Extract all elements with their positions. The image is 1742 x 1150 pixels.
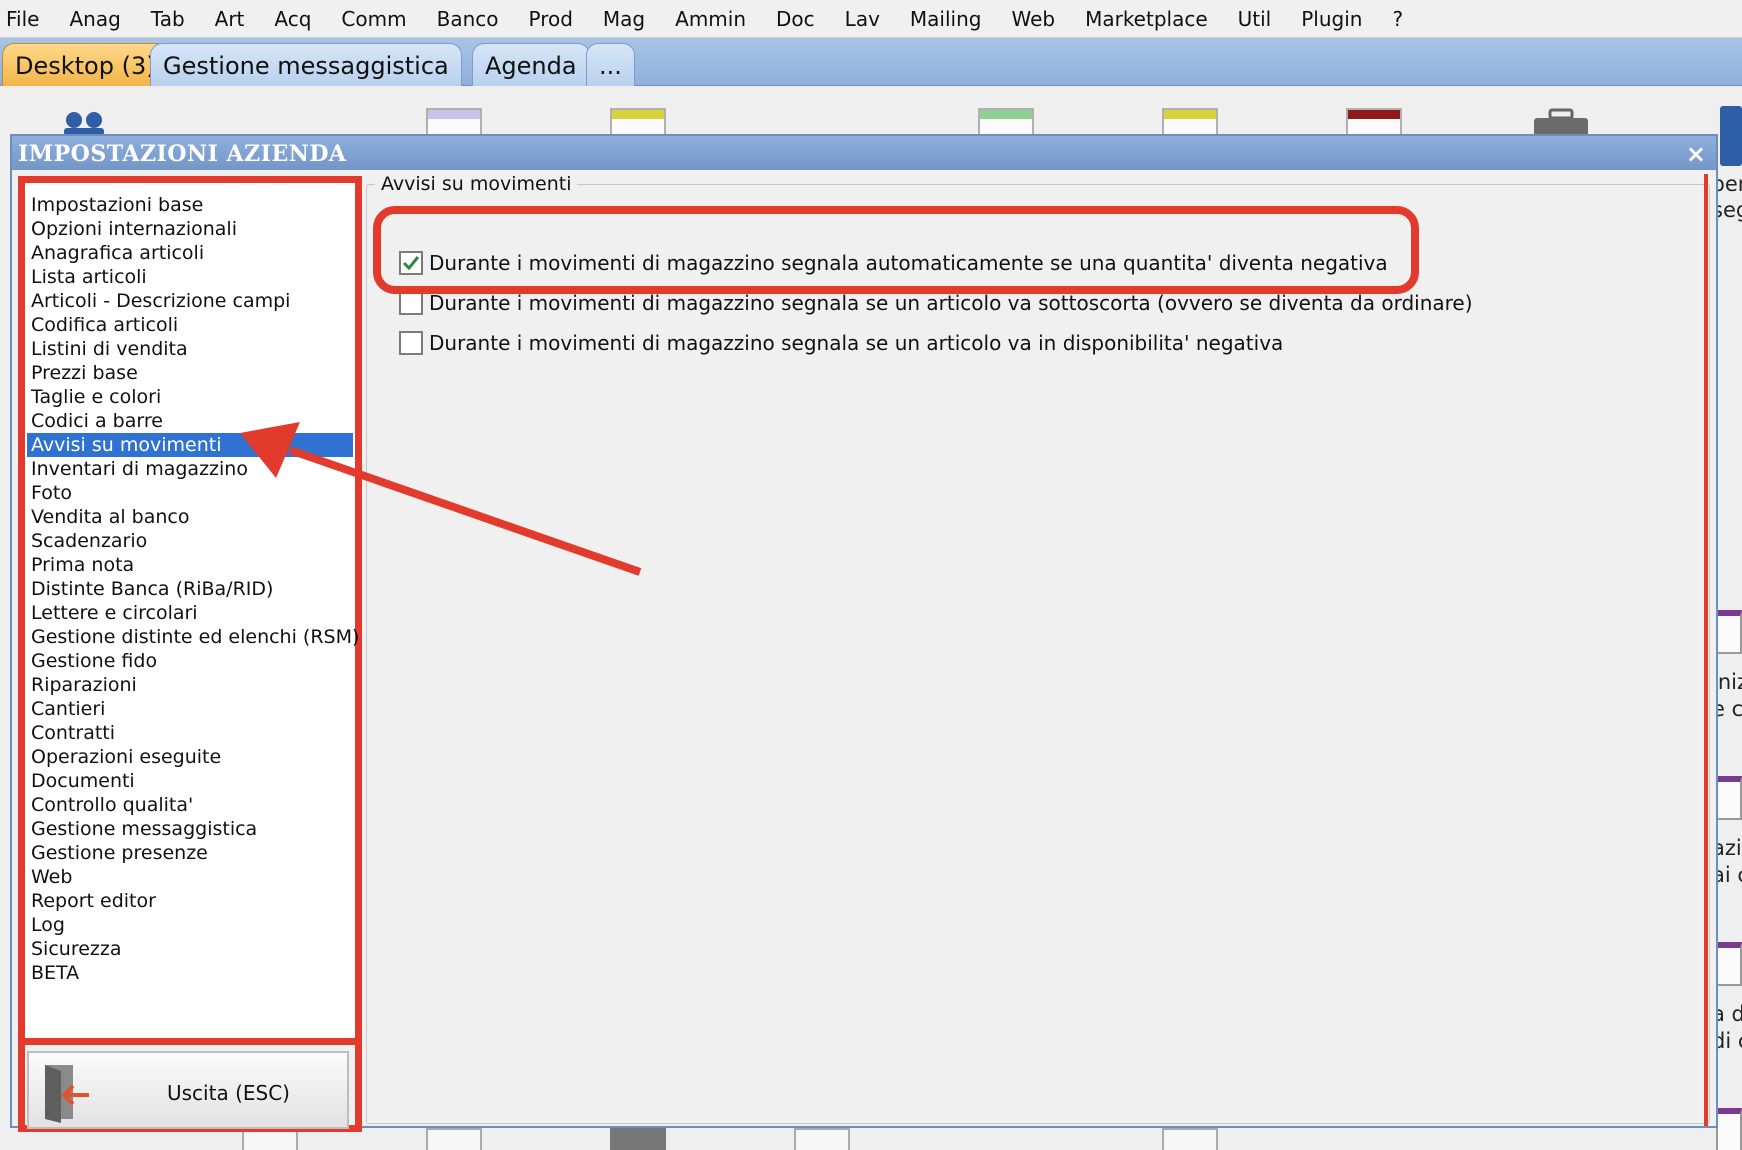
option-label: Durante i movimenti di magazzino segnala…	[429, 251, 1388, 275]
section-list-item[interactable]: Documenti	[27, 769, 353, 793]
settings-dialog: IMPOSTAZIONI AZIENDA × Impostazioni base…	[10, 134, 1718, 1132]
checkbox[interactable]	[399, 251, 423, 275]
gear-icon[interactable]	[1716, 610, 1742, 654]
section-list-item[interactable]: Prezzi base	[27, 361, 353, 385]
section-list-item[interactable]: Anagrafica articoli	[27, 241, 353, 265]
section-list-item[interactable]: Controllo qualita'	[27, 793, 353, 817]
section-list-item[interactable]: Gestione messaggistica	[27, 817, 353, 841]
section-list-item[interactable]: Contratti	[27, 721, 353, 745]
annotation-line	[1704, 174, 1708, 1126]
section-list-item[interactable]: Vendita al banco	[27, 505, 353, 529]
menu-item-tab[interactable]: Tab	[151, 7, 185, 31]
option-negative-quantity[interactable]: Durante i movimenti di magazzino segnala…	[399, 249, 1388, 277]
section-list-item[interactable]: Distinte Banca (RiBa/RID)	[27, 577, 353, 601]
section-list-item[interactable]: Scadenzario	[27, 529, 353, 553]
tab-agenda[interactable]: Agenda	[472, 43, 590, 86]
blue-panel-edge	[1720, 106, 1742, 166]
gear-icon[interactable]	[1162, 1128, 1218, 1150]
menu-item-acq[interactable]: Acq	[274, 7, 311, 31]
menu-bar: File Anag Tab Art Acq Comm Banco Prod Mag Ammin Do…	[0, 0, 1742, 38]
section-list-item[interactable]: Report editor	[27, 889, 353, 913]
gear-icon[interactable]	[1716, 1108, 1742, 1150]
section-list-item[interactable]: Avvisi su movimenti	[27, 433, 353, 457]
dialog-title: IMPOSTAZIONI AZIENDA	[18, 141, 347, 167]
checkbox[interactable]	[399, 291, 423, 315]
tab-more[interactable]: ...	[586, 43, 635, 86]
exit-button[interactable]: Uscita (ESC)	[27, 1051, 349, 1129]
menu-item-prod[interactable]: Prod	[528, 7, 572, 31]
section-list[interactable]: Impostazioni base Opzioni internazionali A…	[25, 183, 359, 1045]
menu-item-plugin[interactable]: Plugin	[1301, 7, 1362, 31]
gear-icon[interactable]	[794, 1128, 850, 1150]
group-title: Avvisi su movimenti	[375, 173, 578, 195]
gear-icon[interactable]	[1716, 942, 1742, 986]
section-list-item[interactable]: Operazioni eseguite	[27, 745, 353, 769]
section-list-item[interactable]: Impostazioni base	[27, 193, 353, 217]
section-list-item[interactable]: Foto	[27, 481, 353, 505]
section-list-item[interactable]: Opzioni internazionali	[27, 217, 353, 241]
tab-desktop[interactable]: Desktop (3)	[2, 43, 169, 86]
menu-item-util[interactable]: Util	[1238, 7, 1272, 31]
gear-icon[interactable]	[610, 1128, 666, 1150]
section-panel: Impostazioni base Opzioni internazionali A…	[18, 176, 362, 1132]
section-list-item[interactable]: Prima nota	[27, 553, 353, 577]
dialog-title-bar[interactable]: IMPOSTAZIONI AZIENDA ×	[12, 136, 1716, 170]
section-list-item[interactable]: Gestione fido	[27, 649, 353, 673]
menu-item-ammin[interactable]: Ammin	[675, 7, 746, 31]
menu-item-mailing[interactable]: Mailing	[910, 7, 982, 31]
section-list-item[interactable]: Cantieri	[27, 697, 353, 721]
menu-item-web[interactable]: Web	[1011, 7, 1055, 31]
menu-item-comm[interactable]: Comm	[341, 7, 406, 31]
menu-item-anag[interactable]: Anag	[69, 7, 120, 31]
section-list-item[interactable]: Codifica articoli	[27, 313, 353, 337]
section-list-item[interactable]: Listini di vendita	[27, 337, 353, 361]
section-list-item[interactable]: Gestione presenze	[27, 841, 353, 865]
menu-item-art[interactable]: Art	[215, 7, 245, 31]
section-list-item[interactable]: Riparazioni	[27, 673, 353, 697]
section-list-item[interactable]: Inventari di magazzino	[27, 457, 353, 481]
tab-gestione-messaggistica[interactable]: Gestione messaggistica	[150, 43, 462, 86]
menu-item-lav[interactable]: Lav	[845, 7, 880, 31]
gear-icon[interactable]	[1716, 776, 1742, 820]
section-list-item[interactable]: BETA	[27, 961, 353, 985]
section-list-item[interactable]: Articoli - Descrizione campi	[27, 289, 353, 313]
gear-icon[interactable]	[426, 1128, 482, 1150]
menu-item-doc[interactable]: Doc	[776, 7, 815, 31]
section-list-item[interactable]: Lettere e circolari	[27, 601, 353, 625]
option-sottoscorta[interactable]: Durante i movimenti di magazzino segnala…	[399, 289, 1473, 317]
menu-item-banco[interactable]: Banco	[437, 7, 499, 31]
section-list-item[interactable]: Sicurezza	[27, 937, 353, 961]
menu-item-help[interactable]: ?	[1392, 7, 1403, 31]
section-list-item[interactable]: Web	[27, 865, 353, 889]
section-list-item[interactable]: Gestione distinte ed elenchi (RSM)	[27, 625, 359, 649]
menu-item-mag[interactable]: Mag	[603, 7, 645, 31]
section-list-item[interactable]: Taglie e colori	[27, 385, 353, 409]
tab-bar: Desktop (3) Gestione messaggistica Agend…	[0, 38, 1742, 86]
close-icon[interactable]: ×	[1686, 140, 1706, 168]
menu-item-file[interactable]: File	[6, 7, 39, 31]
exit-door-icon	[39, 1061, 99, 1127]
settings-group: Avvisi su movimenti Durante i movimenti …	[366, 173, 1710, 1124]
option-label: Durante i movimenti di magazzino segnala…	[429, 331, 1284, 355]
section-list-item[interactable]: Lista articoli	[27, 265, 353, 289]
section-list-item[interactable]: Log	[27, 913, 353, 937]
checkbox[interactable]	[399, 331, 423, 355]
section-list-item[interactable]: Codici a barre	[27, 409, 353, 433]
option-disponibilita-negativa[interactable]: Durante i movimenti di magazzino segnala…	[399, 329, 1283, 357]
menu-item-marketplace[interactable]: Marketplace	[1085, 7, 1208, 31]
option-label: Durante i movimenti di magazzino segnala…	[429, 291, 1473, 315]
exit-button-label: Uscita (ESC)	[167, 1081, 290, 1105]
